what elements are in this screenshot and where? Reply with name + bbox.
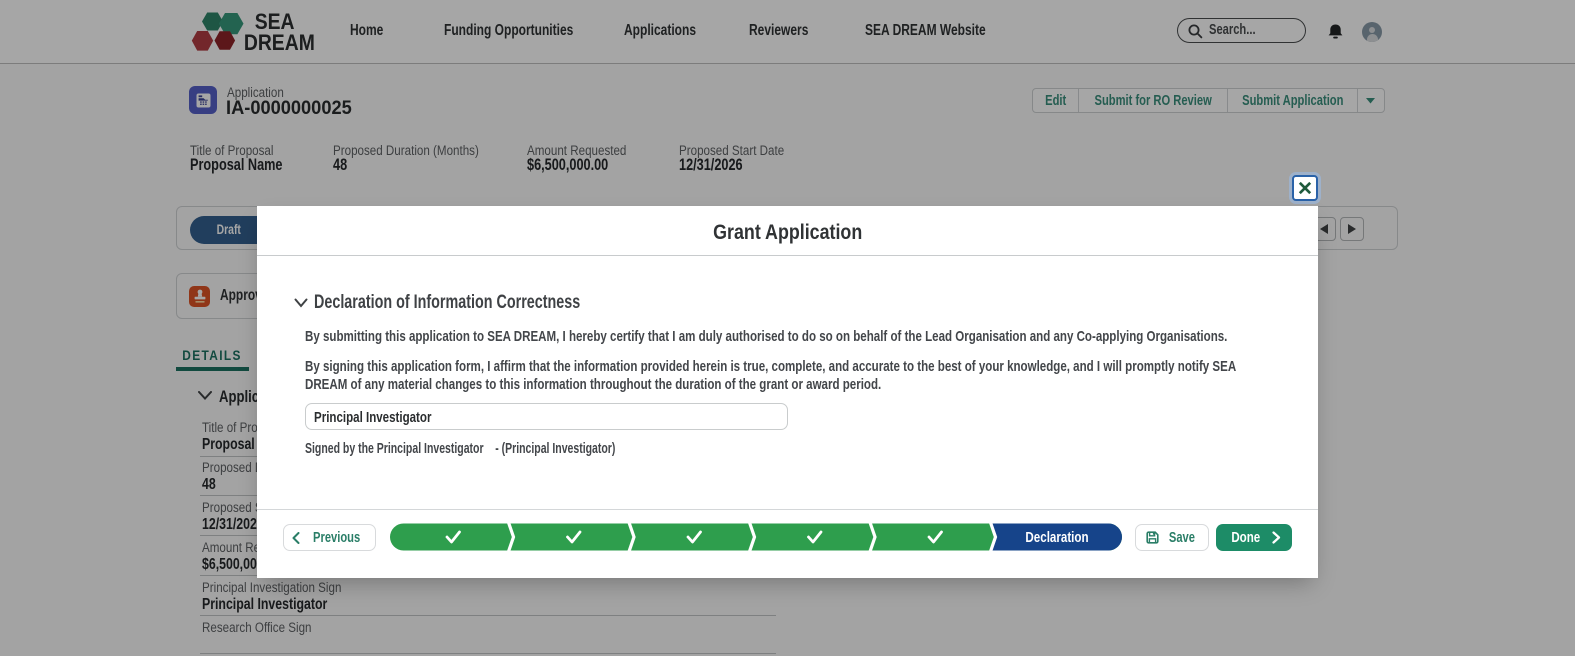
svg-text:Declaration: Declaration xyxy=(1025,528,1088,545)
